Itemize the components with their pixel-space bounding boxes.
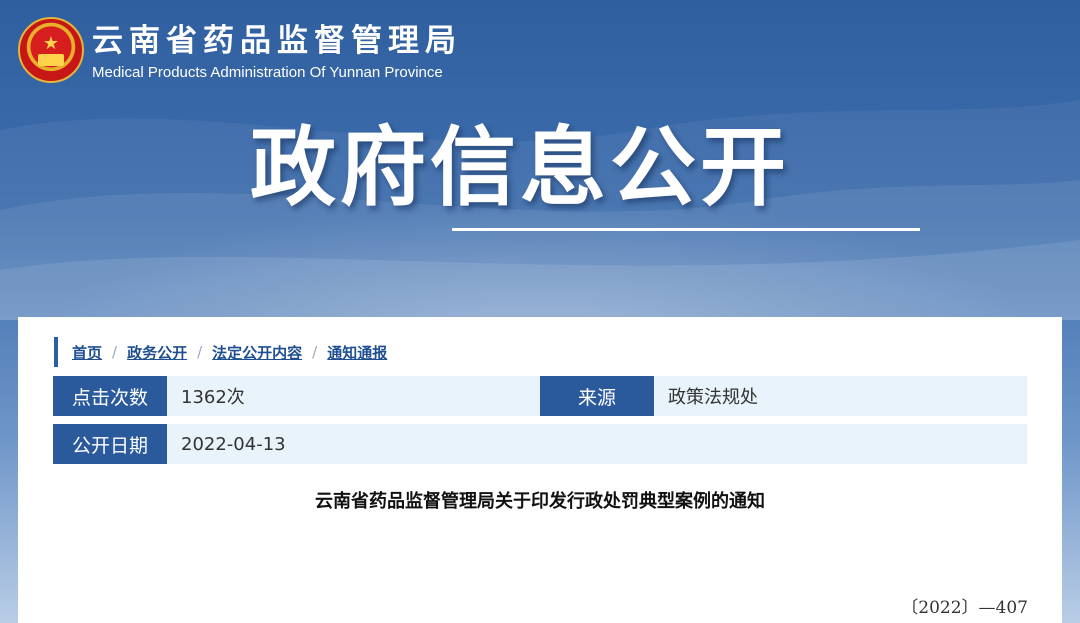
content-panel: 首页 / 政务公开 / 法定公开内容 / 通知通报 点击次数 1362次 来源 … bbox=[18, 317, 1062, 623]
source-value: 政策法规处 bbox=[668, 387, 758, 408]
info-row-date: 公开日期 2022-04-13 bbox=[53, 424, 1027, 464]
info-row-meta: 点击次数 1362次 来源 政策法规处 bbox=[53, 376, 1027, 416]
title-underline bbox=[452, 228, 920, 231]
breadcrumb-gov-affairs-link[interactable]: 政务公开 bbox=[127, 342, 187, 363]
breadcrumb-statutory-content-link[interactable]: 法定公开内容 bbox=[212, 342, 302, 363]
clicks-label: 点击次数 bbox=[53, 376, 167, 416]
breadcrumb-notices-link[interactable]: 通知通报 bbox=[327, 342, 387, 363]
breadcrumb-separator: / bbox=[197, 343, 203, 361]
site-header: ★ 云南省药品监督管理局 Medical Products Administra… bbox=[18, 14, 462, 86]
national-emblem-icon: ★ bbox=[18, 17, 84, 83]
breadcrumb-home-link[interactable]: 首页 bbox=[72, 342, 102, 363]
document-number: 〔2022〕—407 bbox=[901, 598, 1028, 618]
document-title: 云南省药品监督管理局关于印发行政处罚典型案例的通知 bbox=[315, 491, 765, 512]
publish-date-label: 公开日期 bbox=[53, 424, 167, 464]
publish-date-value: 2022-04-13 bbox=[181, 433, 286, 455]
org-name-en: Medical Products Administration Of Yunna… bbox=[92, 63, 443, 81]
clicks-value: 1362次 bbox=[181, 387, 245, 408]
breadcrumb-separator: / bbox=[312, 343, 318, 361]
breadcrumb-separator: / bbox=[112, 343, 118, 361]
section-title: 政府信息公开 bbox=[250, 118, 790, 218]
org-name-cn: 云南省药品监督管理局 bbox=[92, 22, 462, 59]
breadcrumb: 首页 / 政务公开 / 法定公开内容 / 通知通报 bbox=[54, 337, 387, 367]
site-header-text: 云南省药品监督管理局 Medical Products Administrati… bbox=[92, 20, 462, 81]
source-label: 来源 bbox=[540, 376, 654, 416]
